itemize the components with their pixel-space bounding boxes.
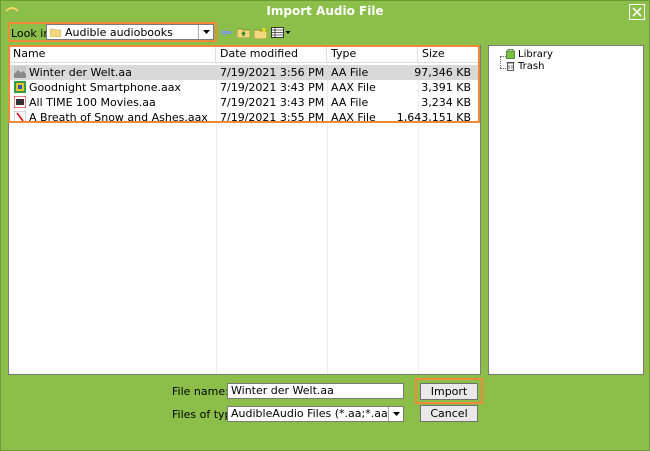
chevron-down-icon[interactable]	[198, 25, 213, 39]
file-name-field[interactable]: Winter der Welt.aa	[227, 383, 404, 399]
up-folder-icon[interactable]	[236, 25, 251, 40]
window-title: Import Audio File	[266, 4, 384, 18]
library-icon	[506, 49, 515, 59]
file-list-highlight	[8, 45, 480, 123]
cancel-button[interactable]: Cancel	[420, 405, 478, 422]
folder-tree[interactable]: Library Trash	[488, 45, 644, 375]
file-type-value: AudibleAudio Files (*.aa;*.aax)	[231, 407, 399, 420]
import-button[interactable]: Import	[420, 383, 478, 400]
new-folder-icon[interactable]	[253, 25, 268, 40]
back-arrow-icon[interactable]	[220, 25, 233, 40]
view-menu-icon[interactable]	[270, 25, 292, 40]
tree-item-label: Library	[518, 49, 553, 60]
tree-connector	[500, 56, 501, 68]
look-in-dropdown[interactable]: Audible audiobooks	[46, 24, 214, 40]
title-bar: Import Audio File	[1, 1, 649, 23]
close-icon[interactable]	[629, 4, 645, 20]
trash-icon	[506, 62, 515, 71]
look-in-value: Audible audiobooks	[65, 26, 173, 39]
folder-icon	[50, 28, 61, 37]
tree-item-trash[interactable]: Trash	[506, 61, 544, 73]
tree-item-library[interactable]: Library	[506, 49, 553, 61]
file-type-dropdown[interactable]: AudibleAudio Files (*.aa;*.aax)	[227, 406, 404, 422]
file-name-label: File name:	[172, 385, 229, 398]
import-audio-dialog: Import Audio File Look in: Audible audio…	[0, 0, 650, 451]
tree-item-label: Trash	[518, 61, 545, 72]
chevron-down-icon[interactable]	[388, 407, 403, 421]
